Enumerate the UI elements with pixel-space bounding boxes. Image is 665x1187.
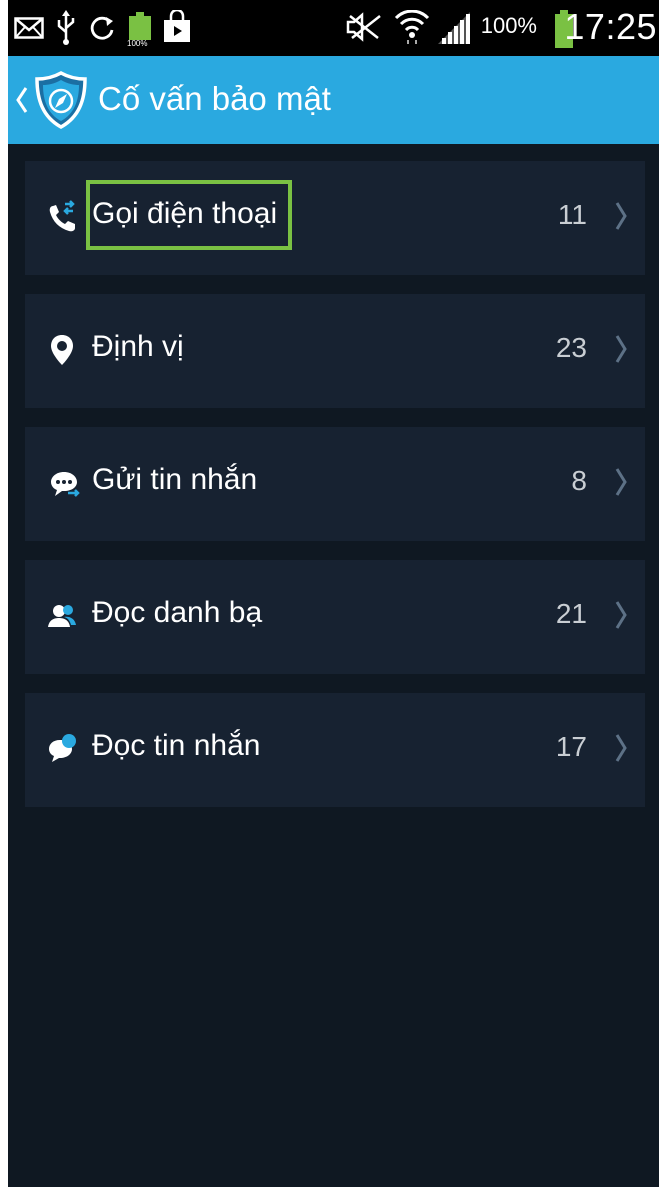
permission-item-read-messages[interactable]: Đọc tin nhắn 17	[25, 693, 645, 807]
shopping-bag-icon	[164, 10, 190, 42]
no-sound-icon	[346, 12, 381, 42]
permission-count: 21	[555, 598, 587, 629]
battery-charging-icon: 100%	[127, 12, 151, 48]
permission-item-read-contacts[interactable]: Đọc danh bạ 21	[25, 560, 645, 674]
read-message-icon	[49, 734, 76, 762]
permission-label: Gửi tin nhắn	[92, 463, 258, 496]
location-pin-icon	[51, 335, 73, 365]
app-bar: Cố vấn bảo mật	[8, 56, 659, 144]
chevron-left-icon[interactable]	[12, 80, 32, 120]
chevron-right-icon	[615, 335, 627, 363]
status-bar: 100% 100% 17:25	[8, 0, 659, 56]
permission-list: Gọi điện thoại 11 Định vị 23 Gửi tin nhắ…	[25, 161, 645, 826]
phone-screen: 100% 100% 17:25 Cố vấn bảo mật Gọi điện …	[8, 0, 659, 1187]
chevron-right-icon	[615, 202, 627, 230]
mail-icon	[14, 17, 44, 39]
permission-count: 23	[555, 332, 587, 363]
permission-label: Định vị	[92, 330, 184, 363]
clock: 17:25	[564, 6, 657, 47]
highlight-box	[86, 180, 292, 250]
shield-compass-icon[interactable]	[34, 70, 88, 130]
chevron-right-icon	[615, 601, 627, 629]
sync-icon	[90, 16, 114, 40]
permission-count: 8	[571, 465, 587, 496]
permission-count: 17	[555, 731, 587, 762]
permission-item-send-message[interactable]: Gửi tin nhắn 8	[25, 427, 645, 541]
chevron-right-icon	[615, 734, 627, 762]
usb-icon	[57, 10, 75, 45]
signal-icon	[438, 12, 470, 44]
page-title: Cố vấn bảo mật	[98, 80, 331, 117]
contacts-icon	[48, 605, 76, 627]
chevron-right-icon	[615, 468, 627, 496]
permission-label: Đọc danh bạ	[92, 596, 263, 629]
send-message-icon	[51, 472, 80, 497]
permission-label: Đọc tin nhắn	[92, 729, 261, 762]
phone-call-icon	[49, 200, 75, 232]
permission-item-location[interactable]: Định vị 23	[25, 294, 645, 408]
wifi-icon	[394, 10, 430, 44]
permission-item-phone-call[interactable]: Gọi điện thoại 11	[25, 161, 645, 275]
permission-count: 11	[557, 199, 587, 230]
battery-percent: 100%	[480, 13, 537, 38]
